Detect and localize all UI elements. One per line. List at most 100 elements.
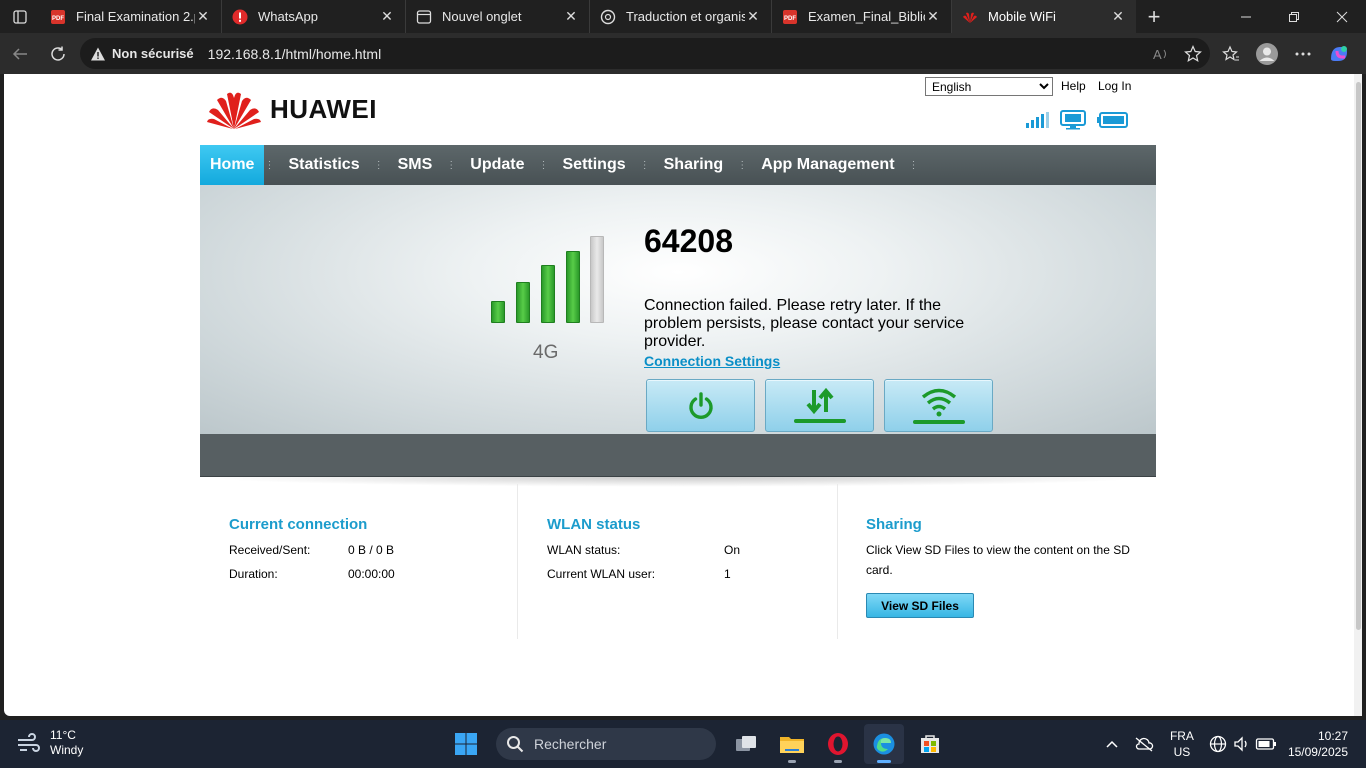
wifi-icon	[912, 388, 965, 424]
view-sd-files-button[interactable]: View SD Files	[866, 593, 974, 618]
profile-button[interactable]	[1254, 41, 1280, 67]
more-menu-button[interactable]	[1290, 41, 1316, 67]
minimize-button[interactable]	[1222, 0, 1270, 33]
browser-tab[interactable]: PDF Final Examination 2.pdf ✕	[40, 0, 222, 33]
wlan-status-label: WLAN status:	[547, 543, 621, 557]
menu-item-settings[interactable]: Settings	[549, 145, 640, 185]
favorite-star-icon[interactable]	[1184, 44, 1202, 63]
globe-icon	[1209, 735, 1227, 753]
task-view-button[interactable]	[726, 724, 766, 764]
show-hidden-icons-button[interactable]	[1100, 732, 1124, 756]
main-menu: Home ⋮ Statistics ⋮ SMS ⋮ Update ⋮ Setti…	[200, 145, 1156, 185]
huawei-logo[interactable]: HUAWEI	[206, 88, 377, 130]
chevron-up-icon	[1106, 740, 1118, 748]
signal-bar	[566, 251, 580, 323]
taskbar-apps: Rechercher	[446, 724, 950, 764]
close-icon[interactable]: ✕	[563, 8, 579, 25]
page-scrollbar[interactable]	[1354, 74, 1362, 716]
close-icon[interactable]: ✕	[379, 8, 395, 25]
volume-button[interactable]	[1230, 732, 1254, 756]
browser-tab[interactable]: Nouvel onglet ✕	[406, 0, 590, 33]
weather-description: Windy	[50, 743, 84, 757]
menu-separator: ⋮	[264, 159, 275, 171]
refresh-button[interactable]	[40, 36, 76, 72]
wifi-toggle-button[interactable]	[884, 379, 993, 432]
current-connection-panel: Current connection Received/Sent: 0 B / …	[200, 484, 518, 639]
language-code: FRA	[1169, 729, 1194, 743]
input-language-indicator[interactable]: FRA US	[1170, 728, 1194, 760]
url-text[interactable]: 192.168.8.1/html/home.html	[208, 46, 382, 62]
menu-item-app-management[interactable]: App Management	[747, 145, 908, 185]
clock-time: 10:27	[1317, 729, 1348, 743]
battery-button[interactable]	[1254, 732, 1278, 756]
svg-text:A: A	[1153, 47, 1162, 62]
close-window-button[interactable]	[1318, 0, 1366, 33]
language-select[interactable]: English	[925, 77, 1053, 96]
menu-item-update[interactable]: Update	[456, 145, 538, 185]
wlan-status-panel: WLAN status WLAN status: On Current WLAN…	[517, 484, 838, 639]
taskbar-search[interactable]: Rechercher	[496, 728, 716, 760]
tab-title: WhatsApp	[258, 9, 318, 24]
windows-taskbar: 11°C Windy Rechercher FRA US 10:27 15/09…	[0, 720, 1366, 768]
menu-item-sharing[interactable]: Sharing	[650, 145, 738, 185]
browser-tab[interactable]: Traduction et organisat ✕	[590, 0, 772, 33]
scrollbar-thumb[interactable]	[1356, 82, 1361, 630]
back-button[interactable]	[2, 36, 38, 72]
browser-tab-active[interactable]: Mobile WiFi ✕	[952, 0, 1136, 33]
clock-date: 15/09/2025	[1287, 745, 1348, 759]
speaker-icon	[1234, 736, 1247, 752]
edge-button[interactable]	[864, 724, 904, 764]
address-bar[interactable]: Non sécurisé 192.168.8.1/html/home.html …	[80, 38, 1210, 69]
data-transfer-button[interactable]	[765, 379, 874, 432]
weather-temperature: 11°C	[50, 728, 76, 742]
received-sent-value: 0 B / 0 B	[348, 543, 395, 557]
network-button[interactable]	[1206, 732, 1230, 756]
security-label[interactable]: Non sécurisé	[112, 46, 194, 61]
power-connect-button[interactable]	[646, 379, 755, 432]
menu-separator: ⋮	[737, 159, 748, 171]
tab-actions-button[interactable]	[0, 0, 40, 33]
connection-settings-link[interactable]: Connection Settings	[644, 353, 780, 369]
sharing-panel: Sharing Click View SD Files to view the …	[838, 484, 1156, 639]
copilot-button[interactable]	[1326, 41, 1352, 67]
duration-label: Duration:	[229, 567, 278, 581]
opera-button[interactable]	[818, 724, 858, 764]
task-view-icon	[736, 736, 756, 751]
restore-button[interactable]	[1270, 0, 1318, 33]
login-link[interactable]: Log In	[1098, 79, 1131, 93]
browser-tab[interactable]: WhatsApp ✕	[222, 0, 406, 33]
start-button[interactable]	[446, 724, 486, 764]
connection-message: Connection failed. Please retry later. I…	[644, 297, 965, 350]
file-explorer-button[interactable]	[772, 724, 812, 764]
battery-charging-icon	[1255, 738, 1276, 750]
warning-icon	[91, 47, 105, 60]
menu-separator: ⋮	[373, 159, 384, 171]
read-aloud-icon[interactable]: A	[1152, 45, 1170, 63]
browser-tab[interactable]: PDF Examen_Final_Bibliothè ✕	[772, 0, 952, 33]
close-icon[interactable]: ✕	[745, 8, 761, 25]
search-placeholder: Rechercher	[534, 736, 607, 752]
menu-item-sms[interactable]: SMS	[384, 145, 447, 185]
menu-item-home[interactable]: Home	[200, 145, 265, 185]
huawei-icon	[962, 9, 978, 25]
running-indicator	[834, 760, 842, 763]
menu-item-statistics[interactable]: Statistics	[274, 145, 373, 185]
tab-title: Examen_Final_Bibliothè	[808, 9, 925, 24]
svg-text:PDF: PDF	[52, 16, 64, 22]
help-link[interactable]: Help	[1061, 79, 1086, 93]
favorites-button[interactable]	[1218, 41, 1244, 67]
wlan-users-value: 1	[724, 567, 731, 581]
signal-bar	[516, 282, 530, 323]
close-icon[interactable]: ✕	[195, 8, 211, 25]
close-icon[interactable]: ✕	[925, 8, 941, 25]
new-tab-button[interactable]: +	[1136, 0, 1172, 33]
running-indicator	[788, 760, 796, 763]
wind-icon	[18, 733, 40, 752]
close-icon[interactable]: ✕	[1110, 8, 1126, 25]
svg-text:PDF: PDF	[784, 16, 796, 22]
taskbar-clock[interactable]: 10:27 15/09/2025	[1288, 728, 1348, 760]
weather-widget[interactable]: 11°C Windy	[16, 728, 83, 758]
refresh-icon	[51, 46, 65, 61]
store-button[interactable]	[910, 724, 950, 764]
cloud-sync-button[interactable]	[1132, 732, 1156, 756]
